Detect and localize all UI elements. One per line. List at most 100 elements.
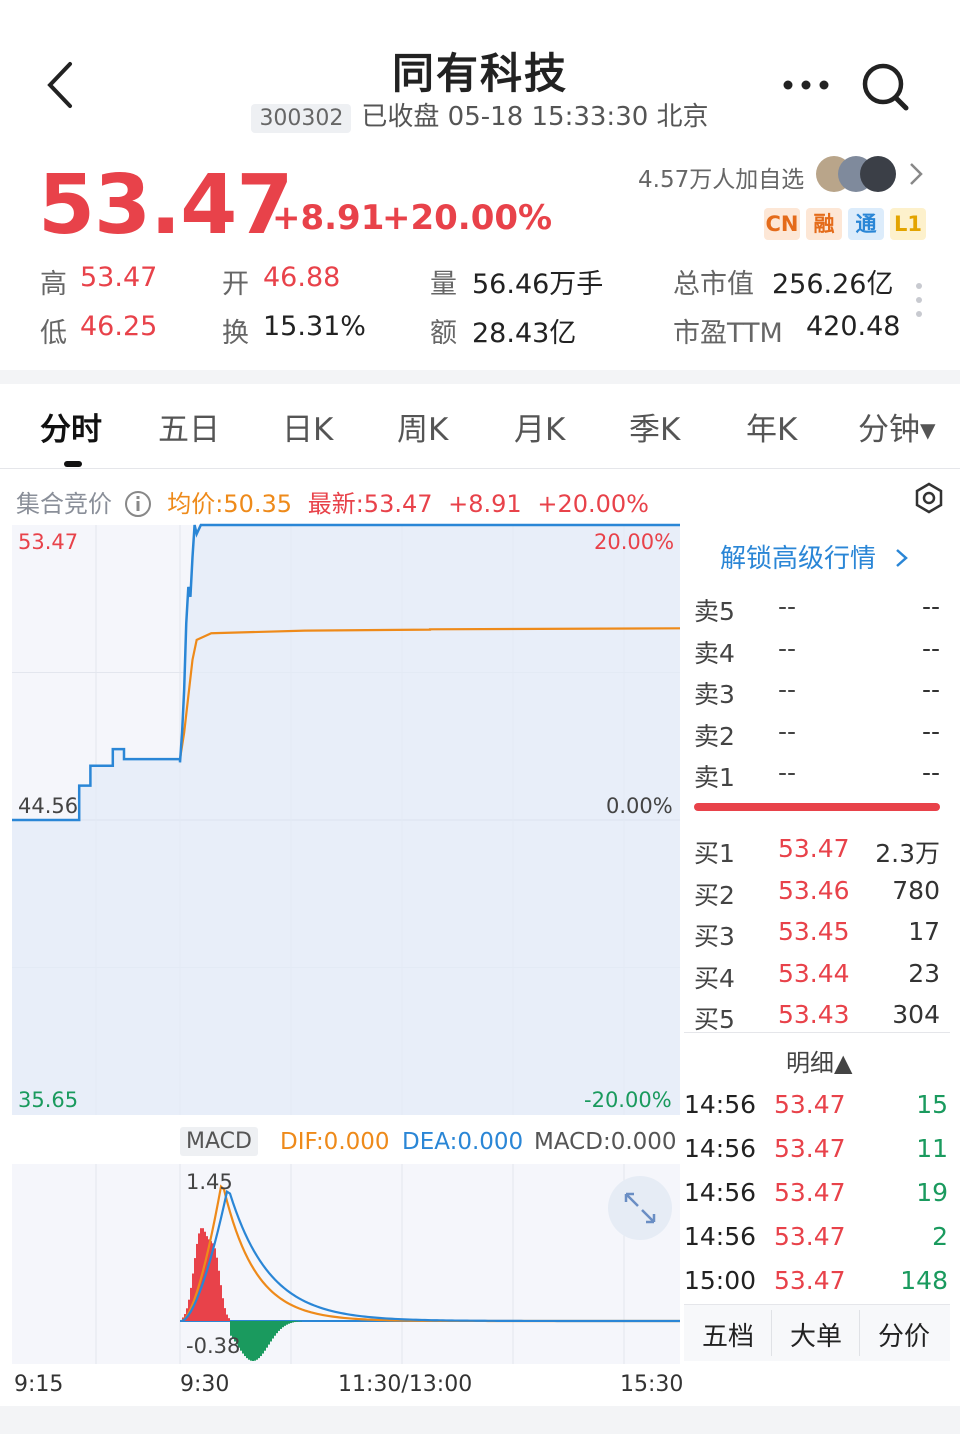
chart-settings-button[interactable] — [912, 481, 946, 515]
x-tick-0930: 9:30 — [180, 1372, 230, 1397]
macd-dea: DEA:0.000 — [402, 1129, 524, 1155]
tick-time: 15:00 — [684, 1266, 757, 1295]
detail-toggle[interactable]: 明细▲ — [786, 1043, 852, 1078]
macd-bar-positive — [216, 1257, 218, 1321]
ask-row[interactable]: 卖4 -- -- — [694, 630, 940, 670]
status-text: 已收盘 05-18 15:33:30 北京 — [361, 102, 709, 132]
tag-margin: 融 — [806, 208, 842, 240]
tag-l1: L1 — [890, 208, 926, 240]
market-cap-value: 256.26亿 — [772, 269, 894, 300]
tab-intraday[interactable]: 分时 — [40, 404, 102, 449]
tab-sep — [859, 1310, 860, 1356]
macd-bar-negative — [288, 1321, 290, 1324]
tab-price-dist[interactable]: 分价 — [878, 1316, 930, 1353]
macd-bar-negative — [296, 1321, 298, 1322]
expand-stats-button[interactable] — [912, 280, 926, 324]
macd-bar-positive — [228, 1318, 230, 1321]
low-value: 46.25 — [80, 311, 158, 342]
macd-bar-negative — [272, 1321, 274, 1339]
pe-value: 420.48 — [806, 311, 901, 342]
macd-bar-negative — [282, 1321, 284, 1328]
tab-five-levels[interactable]: 五档 — [702, 1316, 754, 1353]
macd-max-label: 1.45 — [186, 1170, 233, 1194]
search-button[interactable] — [858, 60, 914, 114]
intraday-chart[interactable] — [0, 520, 684, 1120]
chevron-right-icon — [896, 549, 909, 567]
last-price: 53.47 — [38, 158, 293, 253]
tab-five-day[interactable]: 五日 — [158, 404, 220, 449]
expand-chart-button[interactable] — [608, 1176, 672, 1240]
high-value: 53.47 — [80, 262, 158, 293]
macd-bar-positive — [226, 1314, 228, 1321]
avg-price: 均价:50.35 — [167, 490, 293, 518]
tab-indicator — [64, 461, 82, 467]
bid-row[interactable]: 买1 53.47 2.3万 — [694, 830, 940, 870]
tab-monthly-k[interactable]: 月K — [514, 404, 565, 449]
bid-level-label: 买5 — [694, 1005, 735, 1034]
tab-minute[interactable]: 分钟▾ — [858, 404, 936, 449]
macd-bar-positive — [192, 1273, 194, 1321]
bid-row[interactable]: 买4 53.44 23 — [694, 955, 940, 995]
expand-icon — [624, 1192, 656, 1224]
ask-price: -- — [778, 592, 797, 621]
trade-tick-row: 14:56 53.47 19 — [684, 1174, 948, 1218]
more-dots-icon — [783, 80, 829, 90]
macd-label[interactable]: MACD — [180, 1127, 258, 1156]
market-status: 300302 已收盘 05-18 15:33:30 北京 — [0, 96, 960, 133]
macd-bar-positive — [224, 1308, 226, 1321]
y-left-mid: 44.56 — [18, 794, 79, 818]
watcher-avatars[interactable] — [816, 152, 896, 196]
ask-volume: -- — [921, 675, 940, 704]
macd-bar-negative — [286, 1321, 288, 1325]
ask-row[interactable]: 卖3 -- -- — [694, 671, 940, 711]
macd-chart[interactable] — [0, 1160, 684, 1370]
macd-bar-negative — [254, 1321, 256, 1361]
macd-bar-negative — [278, 1321, 280, 1331]
ask-row[interactable]: 卖5 -- -- — [694, 588, 940, 628]
high-label: 高 — [40, 269, 67, 300]
tab-big-orders[interactable]: 大单 — [790, 1316, 842, 1353]
more-button[interactable] — [780, 70, 832, 100]
bid-row[interactable]: 买2 53.46 780 — [694, 872, 940, 912]
price-change: +8.91 — [272, 198, 385, 238]
bid-row[interactable]: 买5 53.43 304 — [694, 996, 940, 1036]
tab-daily-k[interactable]: 日K — [282, 404, 333, 449]
x-tick-midday: 11:30/13:00 — [338, 1372, 473, 1397]
trade-tick-row: 14:56 53.47 15 — [684, 1086, 948, 1130]
amount-value: 28.43亿 — [472, 318, 577, 349]
tab-weekly-k[interactable]: 周K — [397, 404, 448, 449]
tab-quarterly-k[interactable]: 季K — [629, 404, 680, 449]
bid-price: 53.44 — [778, 958, 850, 988]
stock-code: 300302 — [251, 104, 352, 133]
tick-price: 53.47 — [774, 1222, 846, 1251]
price-change-pct: +20.00% — [382, 198, 553, 238]
turnover-value: 15.31% — [263, 311, 366, 342]
macd-bar-negative — [260, 1321, 262, 1357]
ask-price: -- — [778, 675, 797, 704]
macd-bar-negative — [290, 1321, 292, 1324]
trade-tick-row: 14:56 53.47 11 — [684, 1130, 948, 1174]
ask-row[interactable]: 卖2 -- -- — [694, 713, 940, 753]
watchers-chevron[interactable] — [906, 160, 926, 188]
open-label: 开 — [222, 269, 249, 300]
info-icon[interactable] — [124, 490, 152, 518]
ask-level-label: 卖4 — [694, 638, 735, 668]
tick-time: 14:56 — [684, 1222, 757, 1251]
search-icon — [862, 63, 909, 111]
bid-price: 53.45 — [778, 917, 850, 946]
bid-volume: 780 — [892, 875, 940, 905]
macd-bar-positive — [220, 1285, 222, 1321]
macd-bar-negative — [246, 1321, 248, 1359]
ask-price: -- — [778, 716, 797, 746]
ask-row[interactable]: 卖1 -- -- — [694, 754, 940, 794]
tab-yearly-k[interactable]: 年K — [746, 404, 797, 449]
bid-volume: 304 — [892, 1000, 940, 1029]
macd-bar-negative — [250, 1321, 252, 1361]
unlock-advanced-quotes[interactable]: 解锁高级行情 — [720, 538, 910, 575]
tick-time: 14:56 — [684, 1178, 757, 1207]
bid-row[interactable]: 买3 53.45 17 — [694, 913, 940, 953]
bid-price: 53.43 — [778, 1000, 850, 1029]
section-divider — [0, 370, 960, 384]
macd-bar-negative — [266, 1321, 268, 1348]
macd-bar-negative — [248, 1321, 250, 1360]
